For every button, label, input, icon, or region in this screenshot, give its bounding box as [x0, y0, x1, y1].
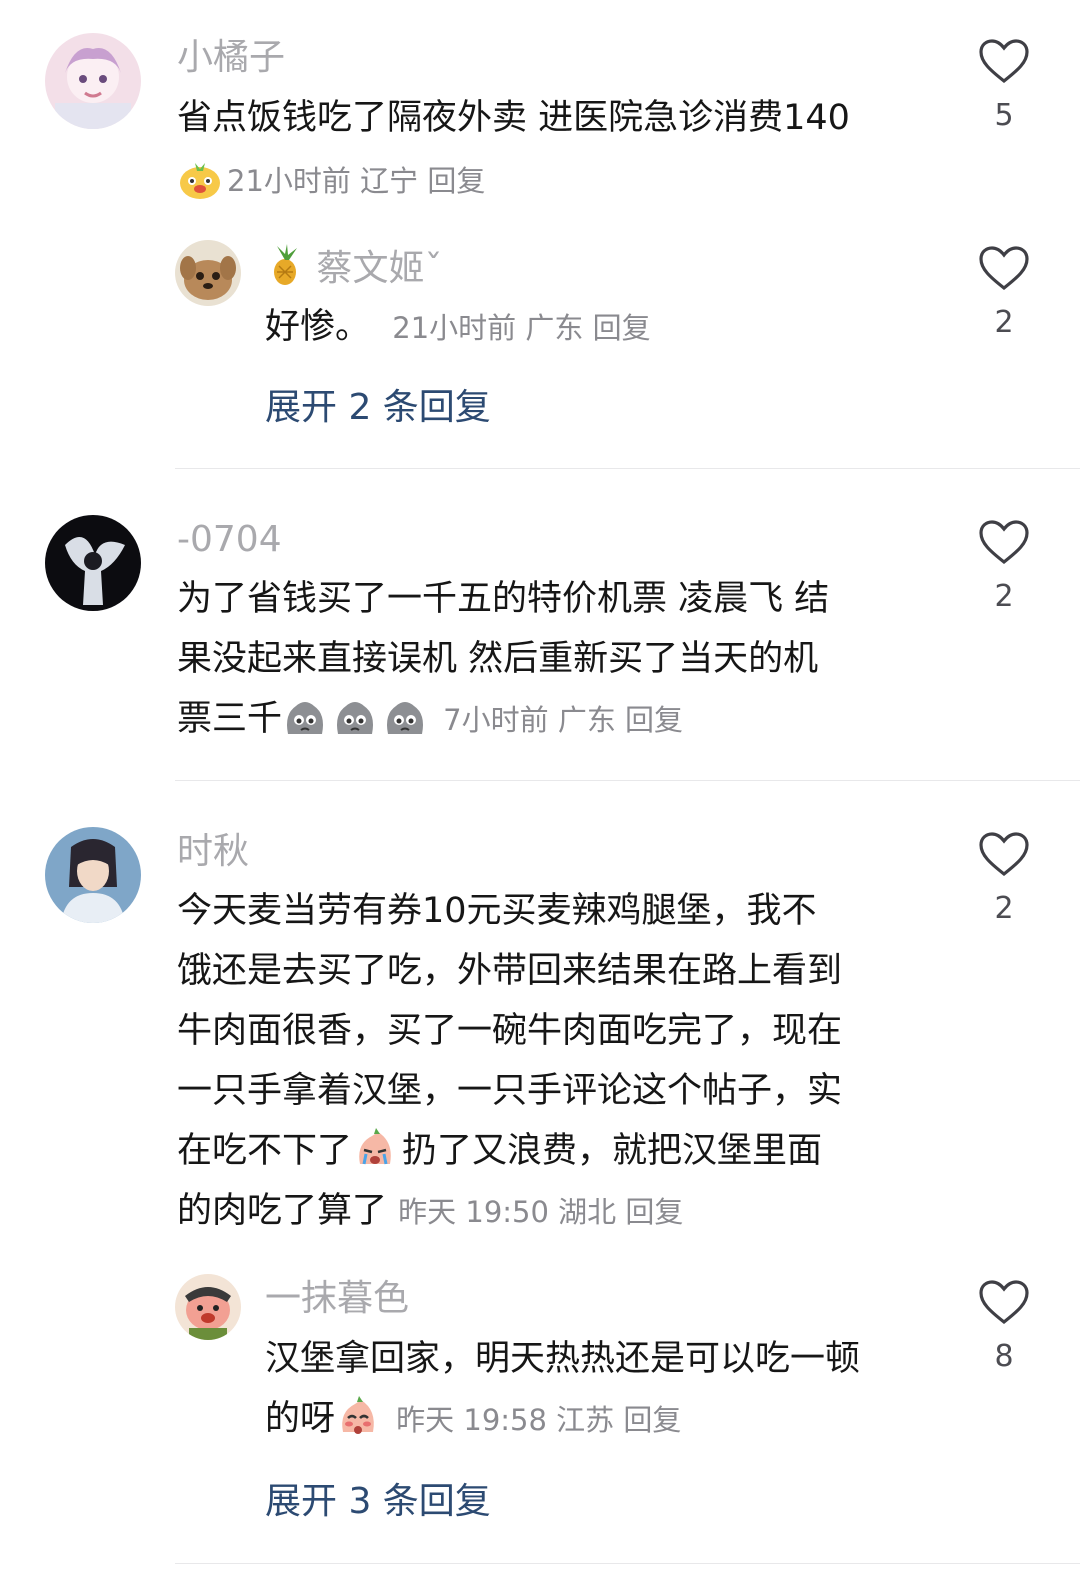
comment-text-tail: 的肉吃了算了: [177, 1191, 388, 1231]
comment-text-line: 的肉吃了算了 昨天 19:50 湖北 回复: [177, 1181, 937, 1242]
comment-meta[interactable]: 昨天 19:58 江苏 回复: [396, 1403, 681, 1437]
like-count: 2: [994, 579, 1014, 614]
reply-text-line: 汉堡拿回家，明天热热还是可以吃一顿: [265, 1339, 861, 1379]
heart-outline-icon: [979, 246, 1029, 291]
heart-outline-icon: [979, 39, 1029, 84]
comment-text: 省点饭钱吃了隔夜外卖 进医院急诊消费140: [177, 98, 850, 138]
like-count: 2: [994, 305, 1014, 340]
avatar[interactable]: [175, 1274, 241, 1340]
avatar[interactable]: [45, 515, 141, 611]
reply-text-line: 的呀 昨天 19:58 江苏 回复: [265, 1389, 945, 1450]
comment-text-line: 今天麦当劳有券10元买麦辣鸡腿堡，我不: [177, 891, 817, 931]
comment-meta[interactable]: 21小时前 辽宁 回复: [227, 164, 485, 198]
comment-text-line: 牛肉面很香，买了一碗牛肉面吃完了，现在: [177, 1011, 843, 1051]
crying-rock-emoji: [332, 694, 378, 740]
smiling-mascot-emoji: [177, 155, 223, 201]
comment-text-line: 票三千 7小时前 广东 回复: [177, 689, 937, 750]
like-button[interactable]: 2: [975, 245, 1033, 340]
reply-text: 汉堡拿回家，明天热热还是可以吃一顿 的呀 昨天 19:58 江苏 回复: [265, 1329, 945, 1450]
username[interactable]: 小橘子: [177, 36, 285, 80]
heart-outline-icon: [979, 1280, 1029, 1325]
comment-meta-row: 21小时前 辽宁 回复: [177, 150, 485, 211]
comment-meta[interactable]: 7小时前 广东 回复: [443, 703, 683, 737]
username[interactable]: 时秋: [177, 830, 249, 874]
divider: [175, 780, 1080, 781]
avatar[interactable]: [175, 240, 241, 306]
pineapple-icon: [265, 244, 305, 286]
username[interactable]: 一抹暮色: [265, 1277, 409, 1321]
comment-text-line: 一只手拿着汉堡，一只手评论这个帖子，实: [177, 1071, 843, 1111]
username[interactable]: -0704: [177, 518, 282, 562]
shy-face-emoji: [335, 1394, 381, 1440]
avatar[interactable]: [45, 33, 141, 129]
expand-replies-button[interactable]: 展开 3 条回复: [265, 1472, 491, 1524]
expand-replies-button[interactable]: 展开 2 条回复: [265, 378, 491, 430]
crying-rock-emoji: [282, 694, 328, 740]
divider: [175, 468, 1080, 469]
like-count: 8: [994, 1339, 1014, 1374]
crying-rock-emoji: [382, 694, 428, 740]
comment-text: 为了省钱买了一千五的特价机票 凌晨飞 结 果没起来直接误机 然后重新买了当天的机…: [177, 569, 937, 750]
comment-meta[interactable]: 21小时前 广东 回复: [392, 311, 650, 345]
like-button[interactable]: 2: [975, 519, 1033, 614]
reply-text: 好惨。: [265, 307, 371, 347]
comment-text-tail: 票三千: [177, 699, 283, 739]
comment-meta[interactable]: 昨天 19:50 湖北 回复: [398, 1195, 683, 1229]
tearful-face-emoji: [352, 1126, 398, 1172]
divider: [175, 1563, 1080, 1564]
reply-text-tail: 的呀: [265, 1399, 336, 1439]
comment-text-segment: 在吃不下了: [177, 1131, 353, 1171]
comment-text-line: 在吃不下了 扔了又浪费，就把汉堡里面: [177, 1121, 937, 1181]
comment-text-segment: 扔了又浪费，就把汉堡里面: [402, 1131, 823, 1171]
like-button[interactable]: 8: [975, 1279, 1033, 1374]
like-count: 2: [994, 891, 1014, 926]
heart-outline-icon: [979, 832, 1029, 877]
comment-text: 今天麦当劳有券10元买麦辣鸡腿堡，我不 饿还是去买了吃，外带回来结果在路上看到 …: [177, 881, 937, 1242]
heart-outline-icon: [979, 520, 1029, 565]
comment-text-line: 果没起来直接误机 然后重新买了当天的机: [177, 639, 819, 679]
comment-text-line: 饿还是去买了吃，外带回来结果在路上看到: [177, 951, 843, 991]
like-button[interactable]: 5: [975, 38, 1033, 133]
username-row[interactable]: 蔡文姬ˇ: [265, 244, 442, 291]
comment-text-line: 为了省钱买了一千五的特价机票 凌晨飞 结: [177, 579, 830, 619]
avatar[interactable]: [45, 827, 141, 923]
like-button[interactable]: 2: [975, 831, 1033, 926]
like-count: 5: [994, 98, 1014, 133]
username[interactable]: 蔡文姬ˇ: [316, 248, 442, 289]
reply-text-row: 好惨。 21小时前 广东 回复: [265, 297, 651, 358]
